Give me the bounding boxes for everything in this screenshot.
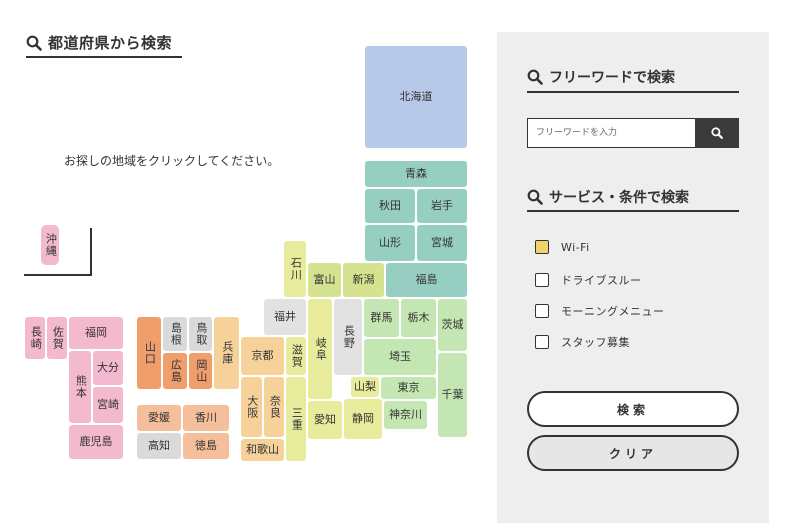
pref-nagasaki[interactable]: 長崎 [24, 316, 46, 360]
pref-hokkaido[interactable]: 北海道 [364, 45, 468, 149]
option-morning-menu[interactable]: モーニングメニュー [535, 303, 665, 319]
pref-fukui[interactable]: 福井 [263, 298, 307, 336]
clear-button[interactable]: クリア [527, 435, 739, 471]
pref-tottori[interactable]: 鳥取 [188, 316, 213, 352]
pref-ehime[interactable]: 愛媛 [136, 404, 182, 432]
pref-nagano[interactable]: 長野 [333, 298, 363, 376]
option-drive-thru[interactable]: ドライブスルー [535, 272, 642, 288]
pref-miyazaki[interactable]: 宮崎 [92, 386, 124, 424]
pref-tokyo[interactable]: 東京 [380, 376, 437, 400]
pref-toyama[interactable]: 富山 [307, 262, 342, 298]
pref-aomori[interactable]: 青森 [364, 160, 468, 188]
search-icon [711, 127, 723, 139]
freeword-section-title: フリーワードで検索 [527, 67, 675, 87]
conditions-title-underline [527, 210, 739, 212]
pref-kanagawa[interactable]: 神奈川 [383, 400, 428, 430]
pref-nara[interactable]: 奈良 [263, 376, 285, 438]
conditions-section-title-text: サービス・条件で検索 [549, 190, 689, 206]
pref-kochi[interactable]: 高知 [136, 432, 182, 460]
option-staff-recruit-checkbox[interactable] [535, 335, 549, 349]
pref-okinawa[interactable]: 沖縄 [40, 224, 60, 266]
pref-shizuoka[interactable]: 静岡 [343, 398, 383, 440]
map-section-title: 都道府県から検索 [26, 32, 172, 53]
pref-fukuoka[interactable]: 福岡 [68, 316, 124, 350]
pref-yamanashi[interactable]: 山梨 [350, 376, 380, 398]
map-instruction: お探しの地域をクリックしてください。 [64, 154, 280, 168]
pref-aichi[interactable]: 愛知 [307, 400, 343, 440]
pref-kagawa[interactable]: 香川 [182, 404, 230, 432]
pref-gifu[interactable]: 岐阜 [307, 298, 333, 400]
search-icon [527, 69, 543, 85]
option-morning-menu-label: モーニングメニュー [561, 305, 665, 318]
pref-hiroshima[interactable]: 広島 [162, 352, 188, 390]
freeword-search-button[interactable] [695, 118, 739, 148]
option-wifi-checkbox[interactable] [535, 240, 549, 254]
pref-gunma[interactable]: 群馬 [363, 298, 400, 338]
freeword-title-underline [527, 91, 739, 93]
pref-kagoshima[interactable]: 鹿児島 [68, 424, 124, 460]
option-staff-recruit[interactable]: スタッフ募集 [535, 334, 630, 350]
pref-tokushima[interactable]: 徳島 [182, 432, 230, 460]
freeword-section-title-text: フリーワードで検索 [549, 70, 675, 86]
conditions-section-title: サービス・条件で検索 [527, 187, 689, 207]
pref-wakayama[interactable]: 和歌山 [240, 438, 285, 462]
pref-okayama[interactable]: 岡山 [188, 352, 213, 390]
pref-ishikawa[interactable]: 石川 [283, 240, 307, 298]
freeword-search-input[interactable] [527, 118, 695, 148]
option-drive-thru-label: ドライブスルー [561, 274, 642, 287]
pref-saitama[interactable]: 埼玉 [363, 338, 437, 376]
option-staff-recruit-label: スタッフ募集 [561, 336, 630, 349]
option-drive-thru-checkbox[interactable] [535, 273, 549, 287]
pref-miyagi[interactable]: 宮城 [416, 224, 468, 262]
pref-tochigi[interactable]: 栃木 [400, 298, 437, 338]
pref-hyogo[interactable]: 兵庫 [213, 316, 240, 390]
pref-fukushima[interactable]: 福島 [385, 262, 468, 298]
pref-yamaguchi[interactable]: 山口 [136, 316, 162, 390]
search-button[interactable]: 検索 [527, 391, 739, 427]
pref-kumamoto[interactable]: 熊本 [68, 350, 92, 424]
pref-shiga[interactable]: 滋賀 [285, 336, 307, 376]
search-icon [527, 189, 543, 205]
freeword-search-box [527, 118, 739, 148]
pref-iwate[interactable]: 岩手 [416, 188, 468, 224]
map-title-underline [26, 56, 182, 58]
pref-osaka[interactable]: 大阪 [240, 376, 263, 438]
pref-oita[interactable]: 大分 [92, 350, 124, 386]
option-morning-menu-checkbox[interactable] [535, 304, 549, 318]
pref-yamagata[interactable]: 山形 [364, 224, 416, 262]
pref-ibaraki[interactable]: 茨城 [437, 298, 468, 352]
pref-akita[interactable]: 秋田 [364, 188, 416, 224]
pref-mie[interactable]: 三重 [285, 376, 307, 462]
pref-kyoto[interactable]: 京都 [240, 336, 285, 376]
pref-niigata[interactable]: 新潟 [342, 262, 385, 298]
search-icon [26, 35, 42, 51]
pref-shimane[interactable]: 島根 [162, 316, 188, 352]
option-wifi-label: Wi-Fi [561, 240, 590, 254]
map-section-title-text: 都道府県から検索 [48, 34, 173, 52]
search-panel: フリーワードで検索 サービス・条件で検索 Wi-Fi ドライブスルー モーニング… [497, 32, 769, 523]
pref-saga[interactable]: 佐賀 [46, 316, 68, 360]
option-wifi[interactable]: Wi-Fi [535, 240, 590, 254]
pref-chiba[interactable]: 千葉 [437, 352, 468, 438]
